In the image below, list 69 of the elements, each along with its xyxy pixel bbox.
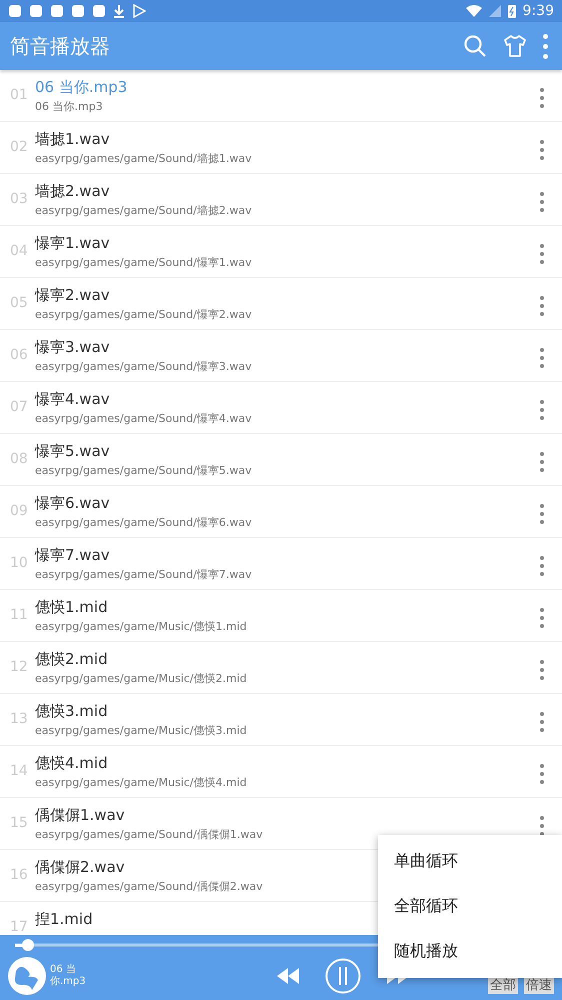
more-icon bbox=[540, 88, 544, 108]
notification-icon bbox=[50, 4, 64, 18]
track-title: 揑1.mid bbox=[35, 910, 93, 929]
track-title: 僡愥4.mid bbox=[35, 754, 108, 773]
no-signal-icon bbox=[488, 5, 501, 17]
track-path: easyrpg/games/game/Music/僡愥4.mid bbox=[35, 775, 247, 790]
track-path: easyrpg/games/game/Sound/懪寕6.wav bbox=[35, 515, 252, 530]
track-path: easyrpg/games/game/Sound/懪寕5.wav bbox=[35, 463, 252, 478]
download-icon bbox=[113, 4, 125, 18]
track-title: 懪寕4.wav bbox=[35, 390, 110, 409]
track-title: 懪寕3.wav bbox=[35, 338, 110, 357]
track-title: 墙摅1.wav bbox=[35, 130, 110, 149]
more-icon bbox=[540, 712, 544, 732]
more-icon bbox=[540, 504, 544, 524]
more-icon bbox=[540, 348, 544, 368]
track-path: 06 当你.mp3 bbox=[35, 99, 103, 114]
more-icon bbox=[540, 556, 544, 576]
more-icon bbox=[540, 192, 544, 212]
track-path: easyrpg/games/game/Music/僡愥1.mid bbox=[35, 619, 247, 634]
more-icon bbox=[540, 400, 544, 420]
track-path: easyrpg/games/game/Music/僡愥3.mid bbox=[35, 723, 247, 738]
track-path: easyrpg/games/game/Sound/偊偞偋2.wav bbox=[35, 879, 263, 894]
notification-icon bbox=[71, 4, 85, 18]
track-title: 懪寕6.wav bbox=[35, 494, 110, 513]
more-icon bbox=[540, 764, 544, 784]
track-title: 墙摅2.wav bbox=[35, 182, 110, 201]
wifi-icon bbox=[466, 5, 482, 17]
track-path: easyrpg/games/game/Sound/懪寕4.wav bbox=[35, 411, 252, 426]
track-title: 懪寕5.wav bbox=[35, 442, 110, 461]
more-icon bbox=[540, 816, 544, 836]
track-path: easyrpg/games/game/Music/僡愥2.mid bbox=[35, 671, 247, 686]
track-path: easyrpg/games/game/Sound/懪寕3.wav bbox=[35, 359, 252, 374]
track-path: easyrpg/games/game/Sound/懪寕2.wav bbox=[35, 307, 252, 322]
track-title: 僡愥2.mid bbox=[35, 650, 108, 669]
more-icon bbox=[543, 34, 548, 58]
more-icon bbox=[540, 608, 544, 628]
menu-item[interactable]: 随机播放 bbox=[378, 929, 562, 974]
clock-time: 9:39 bbox=[522, 3, 554, 19]
more-icon bbox=[540, 244, 544, 264]
track-title: 僡愥3.mid bbox=[35, 702, 108, 721]
track-path: easyrpg/games/game/Sound/懪寕7.wav bbox=[35, 567, 252, 582]
notification-icon bbox=[29, 4, 43, 18]
tshirt-icon bbox=[503, 34, 527, 58]
more-icon bbox=[540, 452, 544, 472]
track-title: 僡愥1.mid bbox=[35, 598, 108, 617]
more-icon bbox=[540, 140, 544, 160]
track-title: 懪寕1.wav bbox=[35, 234, 110, 253]
track-path: easyrpg/games/game/Sound/偊偞偋1.wav bbox=[35, 827, 263, 842]
app-title: 简音播放器 bbox=[10, 32, 111, 60]
track-path: easyrpg/games/game/Sound/墙摅2.wav bbox=[35, 203, 252, 218]
play-store-icon bbox=[132, 4, 146, 18]
battery-icon bbox=[508, 4, 516, 18]
track-title: 懪寕7.wav bbox=[35, 546, 110, 565]
more-icon bbox=[540, 660, 544, 680]
pause-icon bbox=[325, 958, 361, 994]
more-icon bbox=[540, 296, 544, 316]
slider-thumb[interactable] bbox=[22, 939, 34, 951]
track-path: easyrpg/games/game/Sound/墙摅1.wav bbox=[35, 151, 252, 166]
search-icon bbox=[463, 34, 487, 58]
track-title: 偊偞偋1.wav bbox=[35, 806, 125, 825]
track-path: easyrpg/games/game/Sound/懪寕1.wav bbox=[35, 255, 252, 270]
notification-icon bbox=[8, 4, 22, 18]
track-title: 偊偞偋2.wav bbox=[35, 858, 125, 877]
notification-icon bbox=[92, 4, 106, 18]
track-title: 06 当你.mp3 bbox=[35, 78, 128, 97]
rewind-icon bbox=[277, 968, 299, 984]
track-title: 懪寕2.wav bbox=[35, 286, 110, 305]
now-playing-title: 06 当你.mp3 bbox=[50, 964, 86, 988]
album-art-icon bbox=[8, 956, 46, 994]
